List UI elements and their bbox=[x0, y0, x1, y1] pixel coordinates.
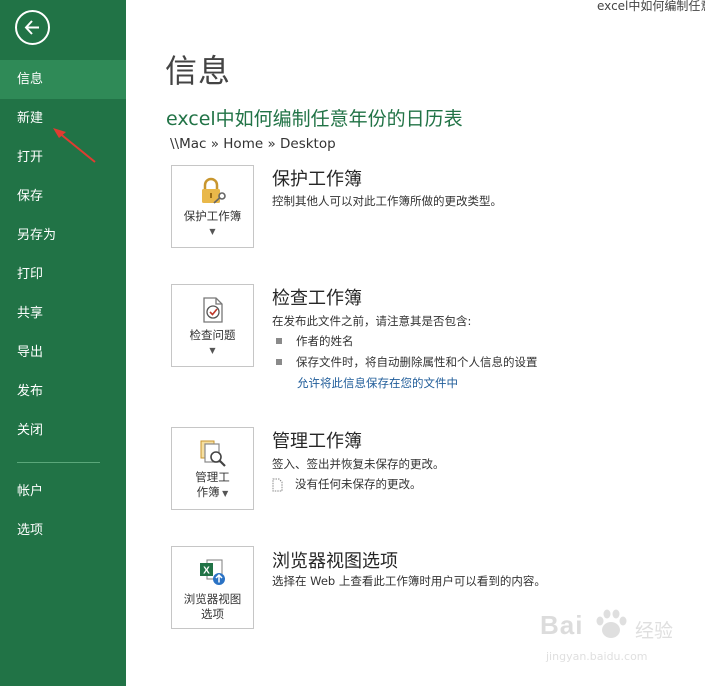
nav-item-options[interactable]: 选项 bbox=[0, 511, 126, 550]
chevron-down-icon: ▼ bbox=[209, 227, 216, 236]
document-icon bbox=[272, 478, 283, 491]
manage-workbook-desc: 签入、签出并恢复未保存的更改。 bbox=[272, 457, 445, 471]
nav-item-close[interactable]: 关闭 bbox=[0, 411, 126, 450]
paw-icon bbox=[596, 609, 627, 638]
unsaved-changes-text: 没有任何未保存的更改。 bbox=[295, 477, 422, 491]
backstage-sidebar: 信息 新建 打开 保存 另存为 打印 共享 导出 发布 关闭 帐户 选项 bbox=[0, 0, 126, 686]
watermark-brand: Bai bbox=[540, 610, 584, 640]
browser-view-options-label-2: 选项 bbox=[201, 607, 224, 621]
bullet-text: 作者的姓名 bbox=[296, 334, 354, 348]
excel-browser-icon: X bbox=[200, 559, 225, 585]
chevron-down-icon: ▼ bbox=[209, 346, 216, 355]
manage-workbook-icon bbox=[200, 440, 226, 467]
browser-view-options-button[interactable]: X 浏览器视图 选项 bbox=[171, 546, 254, 629]
document-name: excel中如何编制任意年份的日历表 bbox=[166, 108, 463, 130]
bullet-text: 保存文件时，将自动删除属性和个人信息的设置 bbox=[296, 355, 538, 369]
baidu-jingyan-watermark: Bai 经验 jingyan.baidu.com bbox=[540, 606, 700, 668]
bullet-icon bbox=[276, 337, 282, 344]
nav-divider bbox=[17, 462, 100, 463]
nav-item-account[interactable]: 帐户 bbox=[0, 472, 126, 511]
nav-item-export[interactable]: 导出 bbox=[0, 333, 126, 372]
nav-item-info[interactable]: 信息 bbox=[0, 60, 126, 99]
back-arrow-icon bbox=[24, 20, 39, 35]
manage-workbook-button[interactable]: 管理工 作簿 ▼ bbox=[171, 427, 254, 510]
list-item: 保存文件时，将自动删除属性和个人信息的设置 bbox=[276, 354, 538, 370]
protect-workbook-title: 保护工作簿 bbox=[272, 169, 362, 190]
protect-workbook-label: 保护工作簿 bbox=[183, 209, 242, 223]
svg-text:X: X bbox=[203, 566, 210, 577]
lock-key-icon bbox=[202, 177, 226, 204]
allow-save-info-link[interactable]: 允许将此信息保存在您的文件中 bbox=[297, 375, 458, 391]
inspect-workbook-desc: 在发布此文件之前，请注意其是否包含: bbox=[272, 314, 472, 328]
nav-item-share[interactable]: 共享 bbox=[0, 294, 126, 333]
browser-view-options-desc: 选择在 Web 上查看此工作簿时用户可以看到的内容。 bbox=[272, 574, 546, 588]
page-title: 信息 bbox=[165, 52, 232, 90]
chevron-down-icon: ▼ bbox=[219, 489, 229, 498]
inspect-workbook-title: 检查工作簿 bbox=[272, 288, 362, 309]
check-for-issues-button[interactable]: 检查问题 ▼ bbox=[171, 284, 254, 367]
inspect-document-icon bbox=[203, 297, 223, 323]
annotation-arrow-icon bbox=[53, 128, 96, 163]
nav-item-save-as[interactable]: 另存为 bbox=[0, 216, 126, 255]
back-button[interactable] bbox=[15, 10, 50, 45]
protect-workbook-button[interactable]: 保护工作簿 ▼ bbox=[171, 165, 254, 248]
file-path-breadcrumb: \\Mac » Home » Desktop bbox=[170, 136, 336, 152]
nav-item-save[interactable]: 保存 bbox=[0, 177, 126, 216]
browser-view-options-label: 浏览器视图 bbox=[183, 592, 242, 606]
watermark-brand-cn: 经验 bbox=[635, 620, 674, 642]
manage-workbook-label: 管理工 bbox=[195, 470, 230, 484]
manage-workbook-label-2: 作簿 ▼ bbox=[196, 485, 229, 499]
manage-workbook-title: 管理工作簿 bbox=[272, 431, 362, 452]
window-title: excel中如何编制任意 bbox=[597, 0, 705, 13]
watermark-url: jingyan.baidu.com bbox=[546, 650, 648, 663]
browser-view-options-title: 浏览器视图选项 bbox=[272, 551, 398, 572]
check-for-issues-label: 检查问题 bbox=[189, 328, 236, 342]
list-item: 作者的姓名 bbox=[276, 333, 354, 349]
nav-item-publish[interactable]: 发布 bbox=[0, 372, 126, 411]
bullet-icon bbox=[276, 358, 282, 365]
unsaved-changes-note: 没有任何未保存的更改。 bbox=[272, 476, 422, 492]
nav-item-print[interactable]: 打印 bbox=[0, 255, 126, 294]
protect-workbook-desc: 控制其他人可以对此工作簿所做的更改类型。 bbox=[272, 194, 502, 208]
